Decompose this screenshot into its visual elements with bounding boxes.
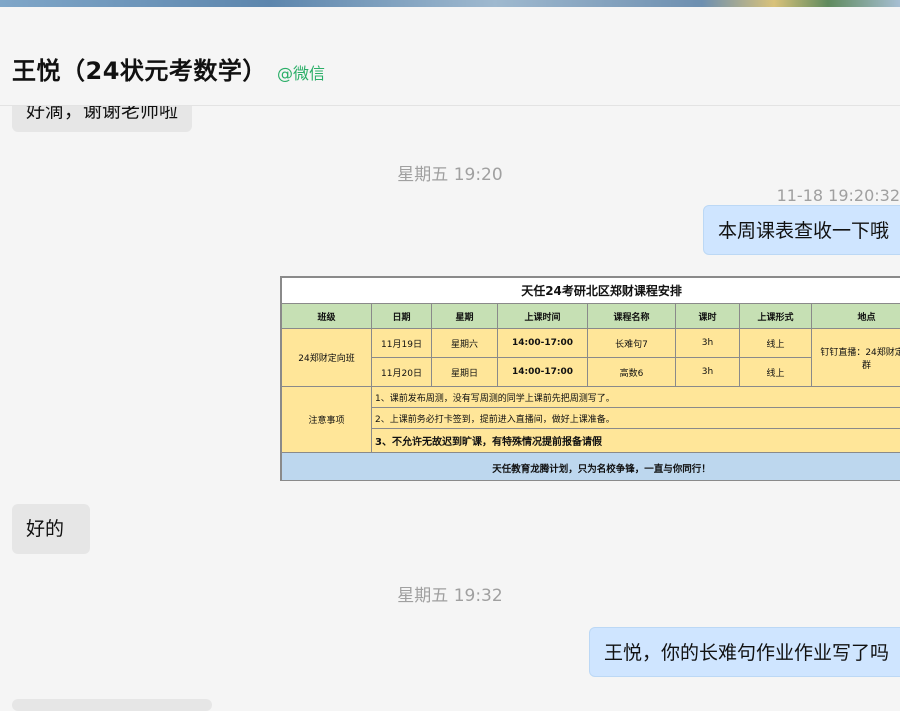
message-bubble-sent[interactable]: 王悦，你的长难句作业作业写了吗 <box>589 627 900 677</box>
table-row: 2、上课前务必打卡签到，提前进入直播间，做好上课准备。 <box>282 408 900 429</box>
table-row: 24郑财定向班 11月19日 星期六 14:00-17:00 长难句7 3h 线… <box>282 329 900 358</box>
course-cell: 长难句7 <box>588 329 676 358</box>
message-bubble-received[interactable]: 好的 <box>12 504 90 554</box>
column-header: 星期 <box>432 304 498 329</box>
column-header: 班级 <box>282 304 372 329</box>
column-header: 课时 <box>676 304 740 329</box>
chat-timestamp: 星期五 19:32 <box>0 581 900 606</box>
table-row: 11月20日 星期日 14:00-17:00 高数6 3h 线上 <box>282 358 900 387</box>
desktop-wallpaper-strip <box>0 0 900 7</box>
hours-cell: 3h <box>676 329 740 358</box>
note-cell: 1、课前发布周测，没有写周测的同学上课前先把周测写了。 <box>372 387 900 408</box>
time-cell: 14:00-17:00 <box>498 358 588 387</box>
course-cell: 高数6 <box>588 358 676 387</box>
hours-cell: 3h <box>676 358 740 387</box>
contact-source-tag: @微信 <box>277 60 325 84</box>
column-header: 上课形式 <box>740 304 812 329</box>
column-header: 上课时间 <box>498 304 588 329</box>
notes-label-cell: 注意事项 <box>282 387 372 453</box>
mode-cell: 线上 <box>740 358 812 387</box>
chat-header: 王悦（24状元考数学） @微信 <box>0 7 900 106</box>
schedule-title: 天任24考研北区郑财课程安排 <box>282 278 900 304</box>
contact-name[interactable]: 王悦（24状元考数学） <box>12 51 267 86</box>
message-bubble-sent[interactable]: 本周课表查收一下哦 <box>703 205 900 255</box>
location-cell: 钉钉直播：24郑财定向群 <box>812 329 900 387</box>
message-bubble-received-partial <box>12 699 212 711</box>
mode-cell: 线上 <box>740 329 812 358</box>
column-header: 课程名称 <box>588 304 676 329</box>
schedule-footer: 天任教育龙腾计划，只为名校争锋，一直与你同行！ <box>282 453 900 482</box>
column-header: 地点 <box>812 304 900 329</box>
schedule-table: 天任24考研北区郑财课程安排 班级 日期 星期 上课时间 课程名称 课时 上课形… <box>281 277 900 481</box>
date-cell: 11月19日 <box>372 329 432 358</box>
table-row: 3、不允许无故迟到旷课，有特殊情况提前报备请假 <box>282 429 900 453</box>
note-cell: 3、不允许无故迟到旷课，有特殊情况提前报备请假 <box>372 429 900 453</box>
table-row: 注意事项 1、课前发布周测，没有写周测的同学上课前先把周测写了。 <box>282 387 900 408</box>
weekday-cell: 星期日 <box>432 358 498 387</box>
date-cell: 11月20日 <box>372 358 432 387</box>
column-header: 日期 <box>372 304 432 329</box>
weekday-cell: 星期六 <box>432 329 498 358</box>
class-name-cell: 24郑财定向班 <box>282 329 372 387</box>
message-time: 11-18 19:20:32 <box>777 186 900 205</box>
schedule-image[interactable]: 天任24考研北区郑财课程安排 班级 日期 星期 上课时间 课程名称 课时 上课形… <box>280 276 900 481</box>
note-cell: 2、上课前务必打卡签到，提前进入直播间，做好上课准备。 <box>372 408 900 429</box>
chat-timestamp: 星期五 19:20 <box>0 160 900 185</box>
time-cell: 14:00-17:00 <box>498 329 588 358</box>
